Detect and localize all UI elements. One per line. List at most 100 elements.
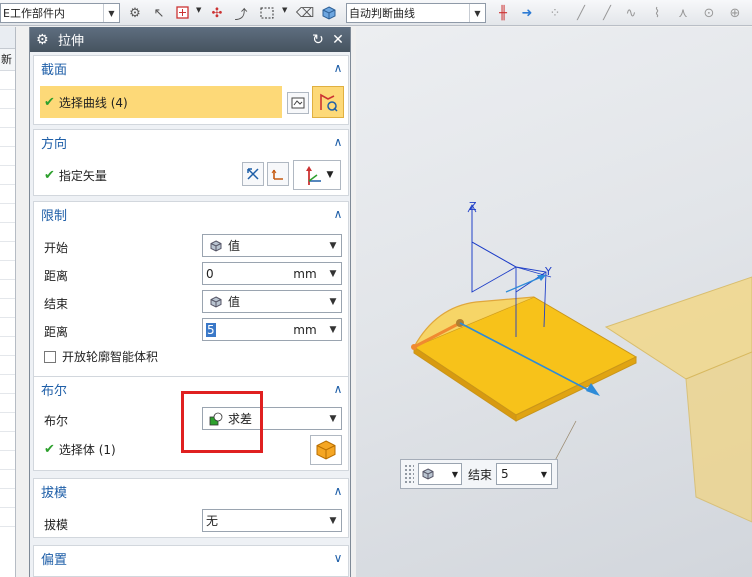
follow-fillet-icon[interactable]: ➜ [518, 4, 536, 22]
axis-z-label: Z [469, 200, 477, 213]
vector-type-dropdown[interactable]: ▼ [293, 160, 341, 190]
limits-group: 限制 ∧ 开始 值 ▼ 距离 0 mm ▼ 结束 值 ▼ 距离 5 mm ▼ 开… [33, 201, 349, 397]
dialog-title: 拉伸 [58, 34, 85, 49]
stop-at-intersection-icon[interactable]: ╫ [494, 4, 512, 22]
chevron-down-icon[interactable]: ▼ [325, 325, 341, 335]
list-item[interactable] [0, 413, 15, 432]
list-item[interactable] [0, 432, 15, 451]
select-feature-icon[interactable]: ↖ [150, 4, 168, 22]
gear-icon: ⚙ [36, 31, 49, 48]
chevron-up-icon[interactable]: ∧ [328, 207, 348, 221]
branch-snap-icon[interactable]: ⋏ [674, 4, 692, 22]
reset-icon[interactable]: ↻ [310, 32, 326, 48]
select-body-label: 选择体 (1) [58, 443, 116, 457]
onscreen-type-dropdown[interactable]: ▼ [418, 463, 462, 485]
sketch-section-button[interactable] [287, 92, 309, 114]
chevron-up-icon[interactable]: ∧ [328, 382, 348, 396]
list-item[interactable] [0, 489, 15, 508]
highlight-annotation [181, 391, 263, 453]
list-item[interactable] [0, 166, 15, 185]
distance2-value-wrap: 5 [203, 322, 285, 337]
draft-header[interactable]: 拔模 ∧ [34, 479, 348, 503]
curve-select-button[interactable] [312, 86, 344, 118]
chevron-down-icon: ▼ [326, 170, 334, 180]
select-curve-row[interactable]: ✔ 选择曲线 (4) [40, 86, 282, 118]
list-item[interactable] [0, 223, 15, 242]
quadrant-snap-icon[interactable]: ⊕ [726, 4, 744, 22]
list-item[interactable] [0, 394, 15, 413]
list-item[interactable] [0, 261, 15, 280]
curve-rule-value: 自动判断曲线 [349, 7, 415, 20]
top-toolbar: E工作部件内 ▼ ⚙ ↖ ▼ ✣ ⤴ ▼ ⌫ 自动判断曲线 ▼ ╫ ➜ ⁘ ╱ … [0, 0, 752, 26]
spline-snap-icon[interactable]: ⌇ [648, 4, 666, 22]
distance2-input[interactable]: 5 mm ▼ [202, 318, 342, 341]
select-body-button[interactable] [310, 435, 342, 465]
selection-filter-dropdown[interactable]: E工作部件内 ▼ [0, 3, 120, 23]
select-body-row[interactable]: ✔ 选择体 (1) [44, 441, 116, 458]
snap-settings-icon[interactable]: ⚙ [126, 4, 144, 22]
eraser-icon[interactable]: ⌫ [296, 4, 314, 22]
list-item[interactable] [0, 451, 15, 470]
distance2-label: 距离 [44, 325, 69, 339]
list-item[interactable] [0, 337, 15, 356]
curve-rule-dropdown[interactable]: 自动判断曲线 ▼ [346, 3, 486, 23]
onscreen-end-input[interactable]: 5 ▼ [496, 463, 553, 485]
onscreen-end-value: 5 [501, 467, 509, 481]
end-type-dropdown[interactable]: 值 ▼ [202, 290, 342, 313]
draft-type-dropdown[interactable]: 无 ▼ [202, 509, 342, 532]
limits-header[interactable]: 限制 ∧ [34, 202, 348, 226]
list-item[interactable] [0, 147, 15, 166]
point-snap-icon[interactable]: ⁘ [546, 4, 564, 22]
reverse-direction-button[interactable] [242, 162, 264, 186]
chevron-up-icon[interactable]: ∧ [328, 61, 348, 75]
direction-header[interactable]: 方向 ∧ [34, 130, 348, 154]
list-item[interactable] [0, 128, 15, 147]
list-item[interactable] [0, 280, 15, 299]
close-icon[interactable]: ✕ [330, 32, 346, 48]
list-item[interactable] [0, 299, 15, 318]
line-snap2-icon[interactable]: ╱ [598, 4, 616, 22]
vector-dialog-button[interactable] [267, 162, 289, 186]
start-type-dropdown[interactable]: 值 ▼ [202, 234, 342, 257]
chevron-up-icon[interactable]: ∧ [328, 484, 348, 498]
list-item[interactable] [0, 356, 15, 375]
offset-header[interactable]: 偏置 ∨ [34, 546, 348, 570]
open-profile-checkbox[interactable] [44, 350, 56, 363]
distance1-value: 0 [206, 266, 214, 281]
list-item[interactable] [0, 470, 15, 489]
chevron-down-icon[interactable]: ▼ [325, 269, 341, 279]
list-item[interactable] [0, 71, 15, 90]
list-item[interactable] [0, 508, 15, 527]
distance1-input[interactable]: 0 mm ▼ [202, 262, 342, 285]
rectangle-select-icon[interactable] [258, 4, 276, 22]
section-group: 截面 ∧ ✔ 选择曲线 (4) [33, 55, 349, 125]
selection-filter-value: E工作部件内 [3, 7, 65, 20]
graphics-viewport[interactable]: Z Y [356, 27, 752, 577]
curve-snap-icon[interactable]: ∿ [622, 4, 640, 22]
drag-handle[interactable] [404, 464, 414, 484]
list-item[interactable] [0, 242, 15, 261]
onscreen-end-label: 结束 [468, 467, 493, 482]
list-item[interactable] [0, 375, 15, 394]
base-body-lower[interactable] [685, 351, 752, 523]
snap-icon[interactable]: ⤴ [232, 4, 250, 23]
center-snap-icon[interactable]: ⊙ [700, 4, 718, 22]
move-point-icon[interactable]: ✣ [208, 4, 226, 22]
cube-view-icon[interactable] [320, 4, 338, 22]
limits-title: 限制 [41, 208, 68, 224]
section-header[interactable]: 截面 ∧ [34, 56, 348, 80]
chevron-down-icon[interactable]: ▼ [196, 6, 201, 14]
chevron-up-icon[interactable]: ∧ [328, 135, 348, 149]
list-item[interactable] [0, 90, 15, 109]
distance1-label: 距离 [44, 269, 69, 283]
add-point-icon[interactable] [174, 4, 192, 22]
chevron-down-icon[interactable]: ▼ [282, 6, 287, 14]
list-item[interactable] [0, 185, 15, 204]
chevron-down-icon: ▼ [329, 515, 337, 526]
chevron-down-icon[interactable]: ∨ [328, 551, 348, 565]
cube-icon [207, 295, 225, 308]
list-item[interactable] [0, 318, 15, 337]
list-item[interactable] [0, 109, 15, 128]
line-snap-icon[interactable]: ╱ [572, 4, 590, 22]
list-item[interactable] [0, 204, 15, 223]
